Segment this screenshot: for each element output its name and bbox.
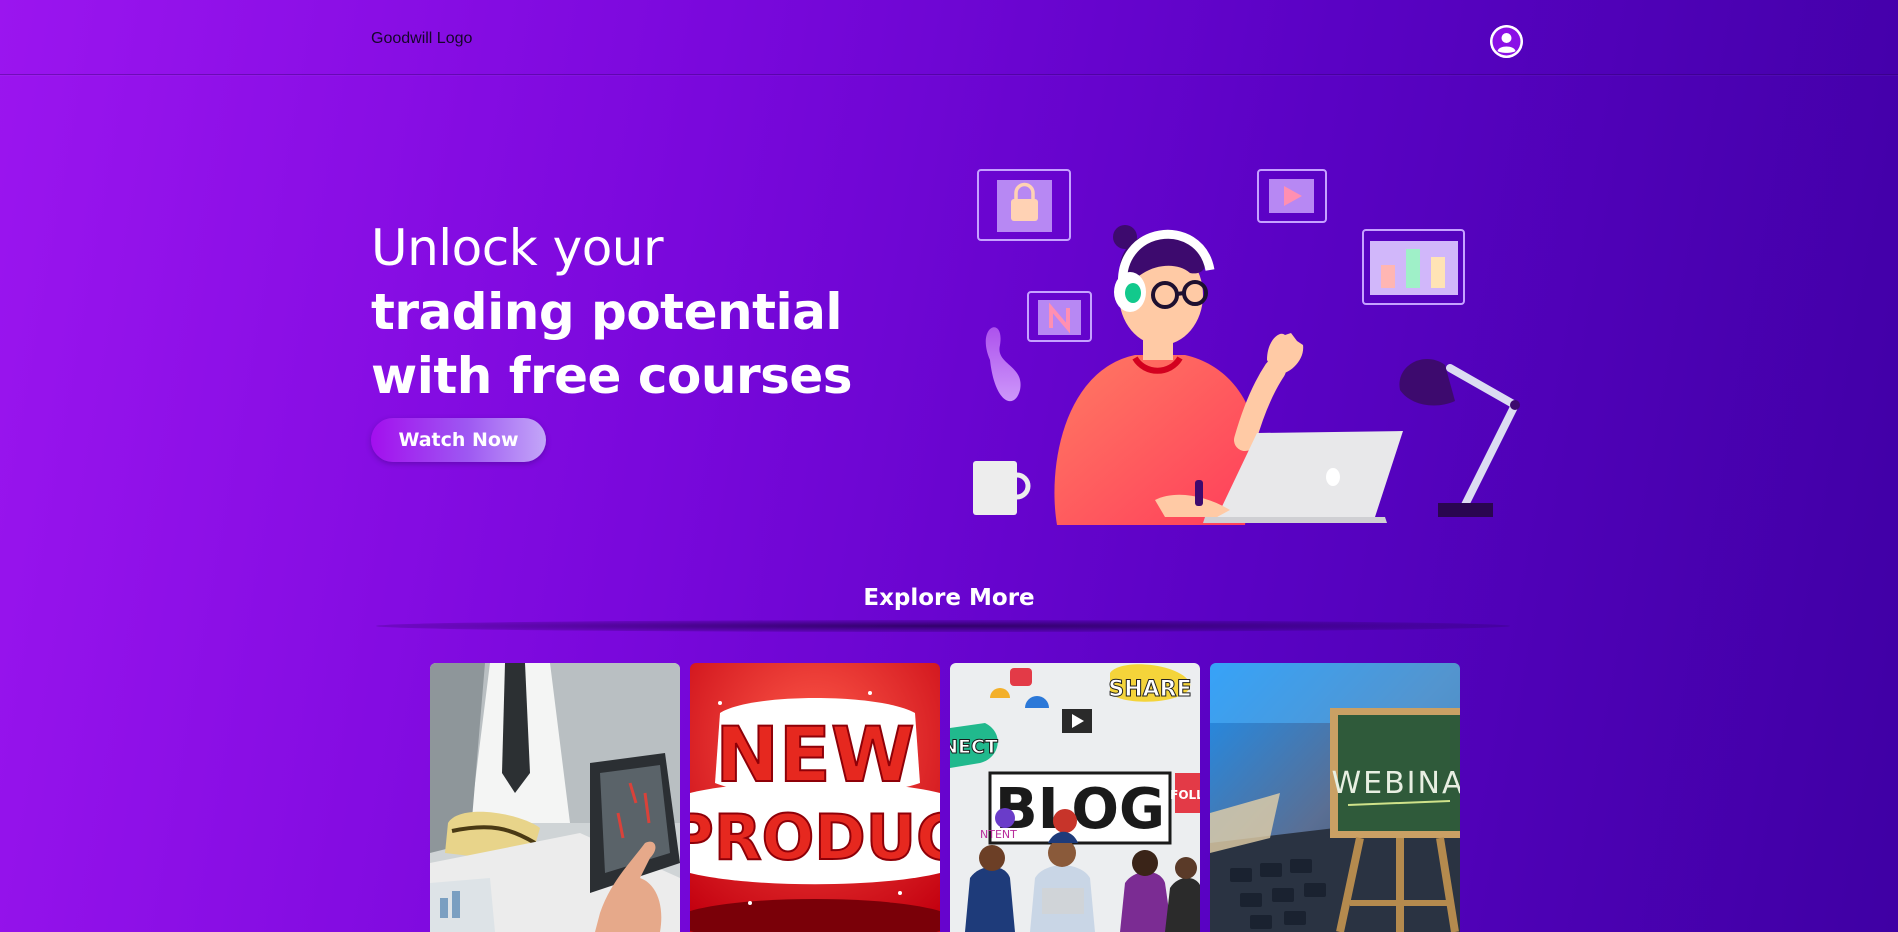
card-new-product[interactable]: NEW PRODUC <box>690 663 940 932</box>
card-blog[interactable]: SHARE NECT BLOG FOLL NTENT <box>950 663 1200 932</box>
goodwill-logo[interactable]: Goodwill Logo <box>371 30 472 48</box>
play-icon <box>1257 169 1327 223</box>
bar-chart-icon <box>1362 229 1465 305</box>
card-webinar-text: WEBINA <box>1331 766 1460 801</box>
card-blog-text: BLOG <box>995 777 1165 842</box>
hero-line-2: trading potential <box>371 283 843 341</box>
card-product-text: PRODUC <box>690 801 940 874</box>
hero-heading: Unlock your trading potential with free … <box>371 216 853 408</box>
hero-line-1: Unlock your <box>371 219 664 277</box>
card-ntent-text: NTENT <box>980 828 1017 841</box>
card-webinar[interactable]: WEBINA <box>1210 663 1460 932</box>
notion-icon <box>1027 291 1092 342</box>
card-new-text: NEW <box>715 710 914 799</box>
hero-illustration <box>973 169 1520 525</box>
top-navbar: Goodwill Logo <box>0 0 1898 75</box>
card-foll-text: FOLL <box>1170 788 1200 802</box>
hero-line-3: with free courses <box>371 347 853 405</box>
card-nect-text: NECT <box>950 736 998 758</box>
watch-now-button[interactable]: Watch Now <box>371 418 546 462</box>
user-avatar-icon[interactable] <box>1490 25 1523 58</box>
card-trading[interactable] <box>430 663 680 932</box>
explore-more-heading: Explore More <box>863 585 1035 611</box>
lock-icon <box>977 169 1071 241</box>
card-share-text: SHARE <box>1108 677 1191 702</box>
explore-divider <box>376 620 1510 632</box>
